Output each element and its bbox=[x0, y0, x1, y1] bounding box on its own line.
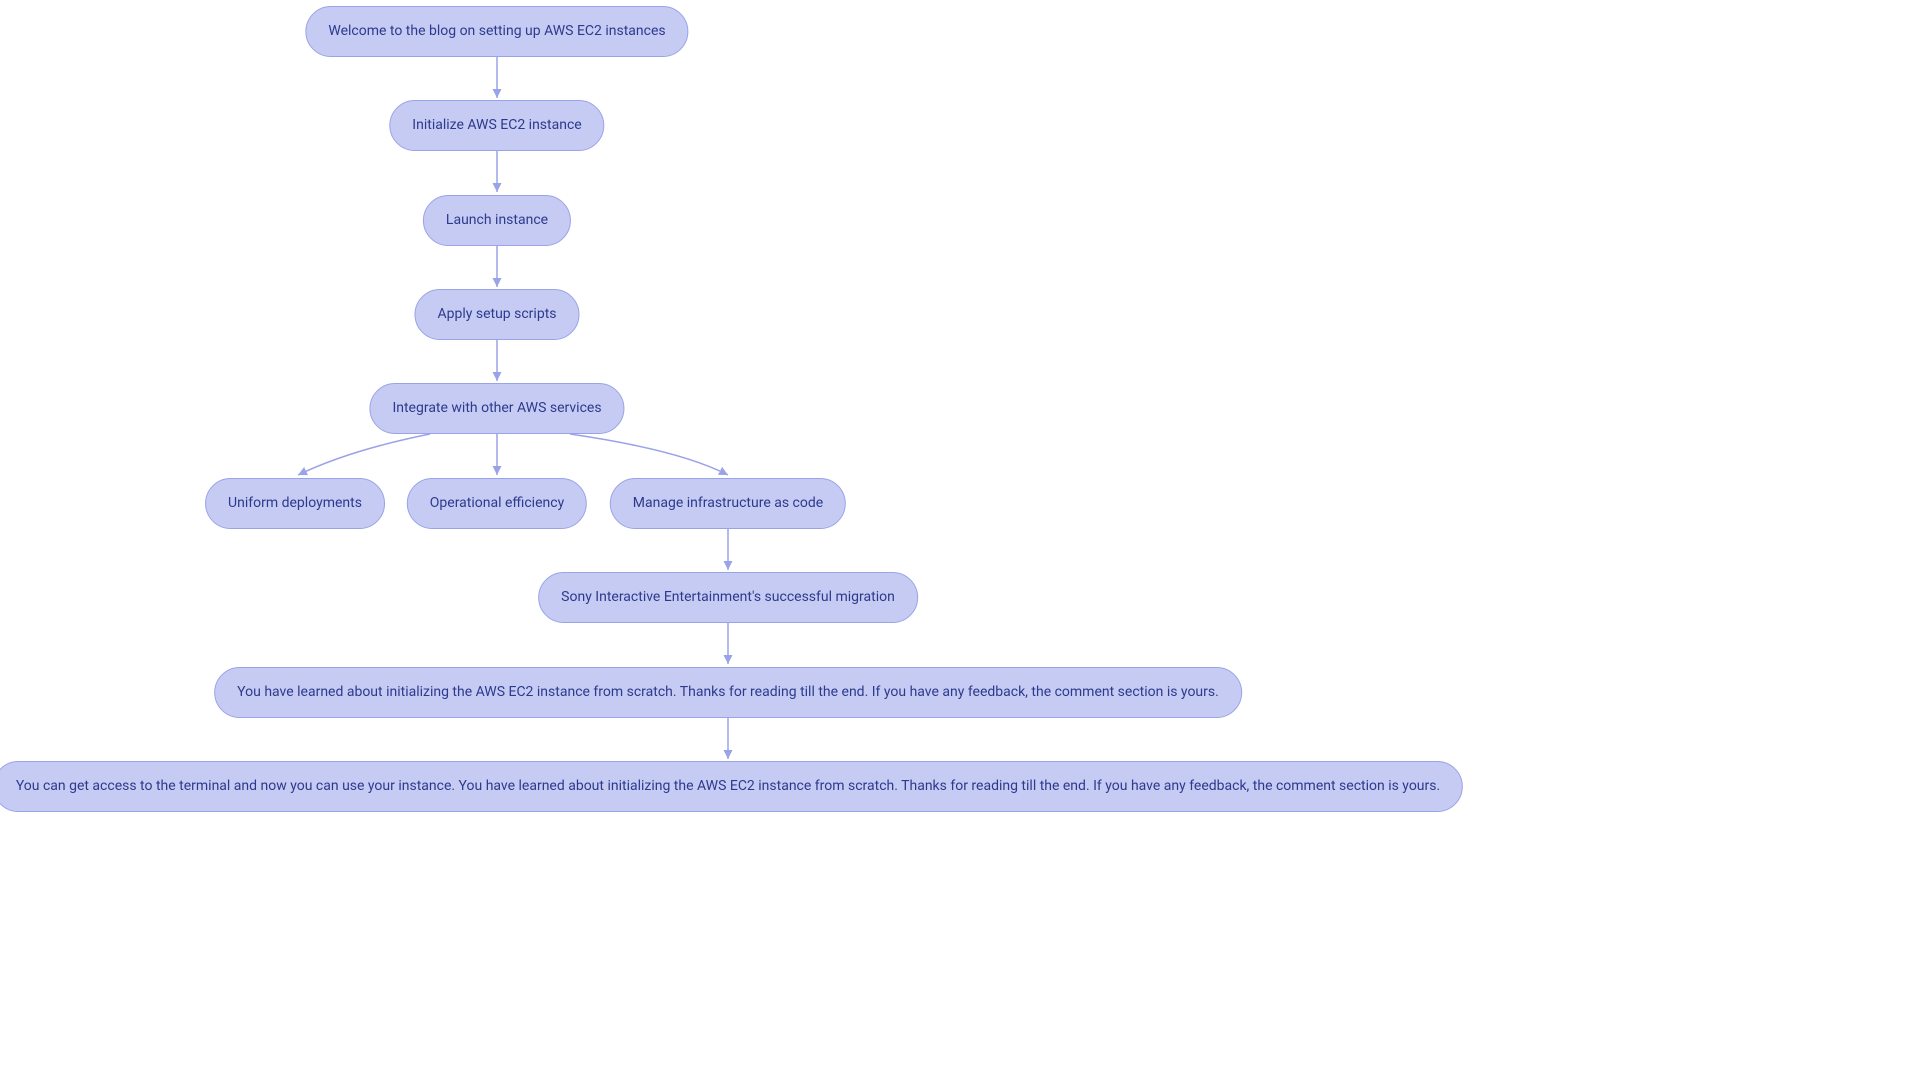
node-operational-efficiency: Operational efficiency bbox=[407, 478, 587, 529]
node-welcome: Welcome to the blog on setting up AWS EC… bbox=[305, 6, 688, 57]
node-initialize: Initialize AWS EC2 instance bbox=[389, 100, 604, 151]
node-terminal: You can get access to the terminal and n… bbox=[0, 761, 1463, 812]
node-sony-migration: Sony Interactive Entertainment's success… bbox=[538, 572, 918, 623]
connectors-layer bbox=[0, 0, 1920, 1080]
node-launch: Launch instance bbox=[423, 195, 571, 246]
node-apply-scripts: Apply setup scripts bbox=[414, 289, 579, 340]
node-learned: You have learned about initializing the … bbox=[214, 667, 1242, 718]
node-integrate: Integrate with other AWS services bbox=[369, 383, 624, 434]
node-infrastructure-as-code: Manage infrastructure as code bbox=[610, 478, 846, 529]
flowchart-canvas: Welcome to the blog on setting up AWS EC… bbox=[0, 0, 1920, 1080]
node-uniform-deployments: Uniform deployments bbox=[205, 478, 385, 529]
